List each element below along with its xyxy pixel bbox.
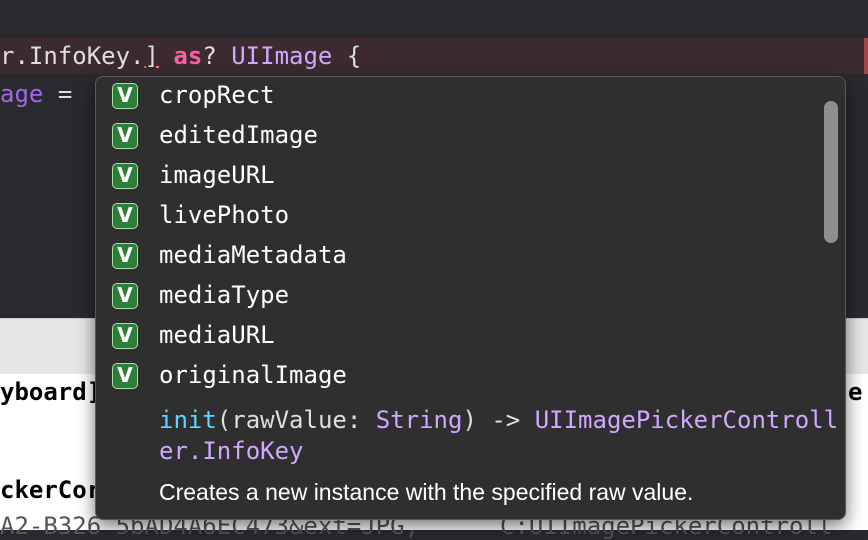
code-token-brace: { [346,42,362,70]
error-line-marker [864,38,868,74]
variable-badge-icon: V [112,123,138,149]
code-token-optional: ? [202,42,217,70]
code-token-bracket: ] [144,42,159,70]
completion-item-editedimage[interactable]: V editedImage [96,117,826,157]
completion-item-mediametadata[interactable]: V mediaMetadata [96,237,826,277]
signature-param: rawValue [231,406,347,434]
console-line-1-right: e [848,378,863,406]
code-token-image-var: age [0,80,44,108]
completion-item-mediaurl[interactable]: V mediaURL [96,317,826,357]
console-line-2: ckerCor [0,476,102,504]
signature-paren-close: ) [462,406,477,434]
variable-badge-icon: V [112,323,138,349]
code-line-2[interactable]: age = [0,80,72,108]
completion-description: Creates a new instance with the specifie… [159,479,694,505]
code-token-as-keyword: as [173,42,203,70]
variable-badge-icon: V [112,283,138,309]
completion-item-label: originalImage [159,361,347,389]
completion-item-label: livePhoto [159,201,290,229]
completion-detail-panel: init(rawValue: String) -> UIImagePickerC… [96,397,845,519]
signature-arrow: -> [476,406,535,434]
completion-item-imageurl[interactable]: V imageURL [96,157,826,197]
code-line-1[interactable]: r.InfoKey.] as? UIImage { [0,42,361,70]
variable-badge-icon: V [112,203,138,229]
completion-item-label: mediaType [159,281,290,309]
code-token-equals: = [57,80,73,108]
completion-item-label: mediaMetadata [159,241,347,269]
code-token-infokey: r.InfoKey. [0,42,145,70]
completion-item-label: cropRect [159,81,275,109]
console-line-1: yboard] [0,378,102,406]
completion-item-originalimage[interactable]: V originalImage [96,357,826,397]
signature-param-type: String [375,406,463,434]
completion-scrollbar[interactable] [824,101,838,243]
variable-badge-icon: V [112,363,138,389]
variable-badge-icon: V [112,163,138,189]
signature-colon: : [346,406,376,434]
variable-badge-icon: V [112,83,138,109]
completion-item-label: imageURL [159,161,275,189]
completion-item-livephoto[interactable]: V livePhoto [96,197,826,237]
variable-badge-icon: V [112,243,138,269]
completion-item-mediatype[interactable]: V mediaType [96,277,826,317]
completion-item-croprect[interactable]: V cropRect [96,77,826,117]
completion-list[interactable]: V cropRect V editedImage V imageURL V li… [96,77,845,397]
signature-init: init [159,406,217,434]
completion-item-label: editedImage [159,121,318,149]
code-completion-popup[interactable]: V cropRect V editedImage V imageURL V li… [95,76,846,520]
signature-paren-open: ( [216,406,232,434]
completion-signature: init(rawValue: String) -> UIImagePickerC… [159,405,839,467]
completion-item-label: mediaURL [159,321,275,349]
code-token-uiimage: UIImage [231,42,333,70]
